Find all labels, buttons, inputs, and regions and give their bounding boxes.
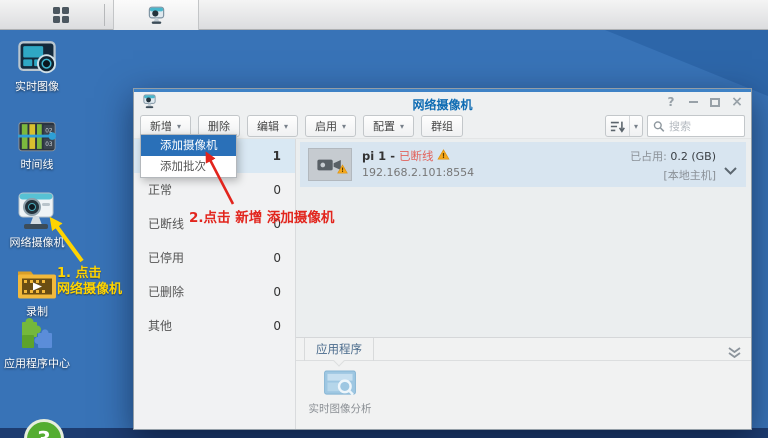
app-live-view-analytics[interactable]: 实时图像分析 xyxy=(302,370,378,416)
annotation-step1-text: 1. 点击 网络摄像机 xyxy=(57,266,122,298)
svg-text:!: ! xyxy=(442,151,445,160)
live-view-icon xyxy=(18,41,56,74)
camera-list-panel: ! pi 1 - 已断线 ! 192.168.2.101:8554 已占用: 0… xyxy=(296,139,751,429)
close-button[interactable]: × xyxy=(729,94,745,110)
sidebar-row-count: 0 xyxy=(273,285,281,299)
search-box[interactable] xyxy=(647,115,745,137)
applications-tabbar: 应用程序 xyxy=(296,338,751,361)
main-menu-icon xyxy=(53,7,69,23)
maximize-icon xyxy=(710,97,720,107)
camera-name-separator: - xyxy=(390,149,395,163)
sort-button[interactable]: ▾ xyxy=(605,115,643,137)
ip-camera-window: 网络摄像机 ? × 新增 ▾ 删除 编辑 ▾ 启用 ▾ 配置 ▾ 群组 ▾ 搜索… xyxy=(133,88,752,430)
applications-panel: 应用程序 实时图像分析 xyxy=(296,337,751,429)
app-label: 实时图像分析 xyxy=(308,403,372,415)
camera-status: 已断线 xyxy=(398,149,434,163)
step3-badge: 3 xyxy=(24,419,64,438)
annotation-step1-line2: 网络摄像机 xyxy=(57,282,123,297)
sidebar-row-label: 已断线 xyxy=(148,217,185,231)
desktop-icon-application-center[interactable]: 应用程序中心 xyxy=(4,313,70,370)
enable-button-label: 启用 xyxy=(315,120,338,133)
dropdown-caret-icon: ▾ xyxy=(177,121,182,131)
desktop-icon-ip-camera[interactable]: 网络摄像机 xyxy=(4,190,70,249)
group-button[interactable]: 群组 xyxy=(421,115,464,137)
sidebar-row-normal[interactable]: 正常 0 xyxy=(134,173,295,207)
camera-list-item[interactable]: ! pi 1 - 已断线 ! 192.168.2.101:8554 已占用: 0… xyxy=(300,142,746,187)
menu-item-add-batch[interactable]: 添加批次 xyxy=(141,156,236,177)
configure-button[interactable]: 配置 ▾ xyxy=(363,115,415,137)
desktop-icon-live-view[interactable]: 实时图像 xyxy=(4,40,70,93)
help-button[interactable]: ? xyxy=(663,94,679,110)
configure-button-label: 配置 xyxy=(373,120,396,133)
edit-button-label: 编辑 xyxy=(257,120,280,133)
add-button-label: 新增 xyxy=(150,120,172,133)
sidebar-row-count: 1 xyxy=(272,149,281,163)
chevron-down-icon[interactable] xyxy=(724,160,737,179)
sidebar-row-count: 0 xyxy=(273,183,281,197)
tab-applications[interactable]: 应用程序 xyxy=(304,338,374,361)
warning-icon: ! xyxy=(337,159,348,178)
search-icon xyxy=(653,120,665,132)
camera-name: pi 1 xyxy=(362,149,387,163)
warning-icon: ! xyxy=(437,149,451,163)
taskbar xyxy=(0,0,768,30)
maximize-button[interactable] xyxy=(707,94,723,110)
group-button-label: 群组 xyxy=(431,120,454,133)
window-title: 网络摄像机 xyxy=(412,98,473,112)
timeline-icon: 02 03 xyxy=(18,121,56,152)
edit-button[interactable]: 编辑 ▾ xyxy=(247,115,299,137)
search-input[interactable] xyxy=(669,119,739,133)
minimize-icon xyxy=(688,101,698,103)
dropdown-caret-icon: ▾ xyxy=(400,121,405,131)
screen: 实时图像 02 03 时间线 网络摄像机 录制 应用程序中心 网络摄像机 ? ×… xyxy=(0,0,768,438)
sidebar-row-disabled[interactable]: 已停用 0 xyxy=(134,241,295,275)
collapse-double-chevron-icon[interactable] xyxy=(728,344,741,363)
sidebar-row-label: 其他 xyxy=(148,319,173,333)
camera-address: 192.168.2.101:8554 xyxy=(362,166,475,179)
live-view-analytics-icon xyxy=(324,370,356,396)
timeline-mark-03: 03 xyxy=(45,142,53,148)
enable-button[interactable]: 启用 ▾ xyxy=(305,115,357,137)
sidebar-row-count: 0 xyxy=(273,251,281,265)
recording-icon xyxy=(18,271,56,299)
sidebar-row-deleted[interactable]: 已删除 0 xyxy=(134,275,295,309)
desktop-icon-label: 时间线 xyxy=(20,158,54,171)
camera-app-icon xyxy=(148,6,164,24)
sort-icon xyxy=(606,116,630,136)
dropdown-caret-icon: ▾ xyxy=(633,121,638,131)
camera-host: [本地主机] xyxy=(663,169,716,182)
dropdown-caret-icon: ▾ xyxy=(284,121,289,131)
taskbar-camera-app-tab[interactable] xyxy=(113,0,199,30)
sidebar-row-label: 已停用 xyxy=(148,251,185,265)
window-titlebar[interactable]: 网络摄像机 ? × xyxy=(134,92,751,113)
status-sidebar: 1 正常 0 已断线 0 已停用 0 已删除 0 其他 0 xyxy=(134,139,296,429)
annotation-step1-line1: 1. 点击 xyxy=(57,266,102,281)
svg-text:!: ! xyxy=(341,167,344,174)
sidebar-row-count: 0 xyxy=(273,319,281,333)
dropdown-caret-icon: ▾ xyxy=(342,121,347,131)
camera-thumbnail: ! xyxy=(308,148,352,181)
menu-item-add-camera[interactable]: 添加摄像机 xyxy=(141,135,236,156)
sidebar-row-others[interactable]: 其他 0 xyxy=(134,309,295,343)
desktop-icon-label: 实时图像 xyxy=(15,80,59,93)
delete-button-label: 删除 xyxy=(208,120,231,133)
sidebar-row-label: 已删除 xyxy=(148,285,185,299)
annotation-step2-text: 2.点击 新增 添加摄像机 xyxy=(189,210,335,226)
minimize-button[interactable] xyxy=(685,94,701,110)
desktop-icon-label: 网络摄像机 xyxy=(9,236,65,249)
taskbar-separator xyxy=(104,4,105,26)
desktop-icon-label: 应用程序中心 xyxy=(4,357,70,370)
add-dropdown-menu: 添加摄像机 添加批次 xyxy=(140,134,237,178)
ip-camera-icon xyxy=(18,192,54,229)
usage-label: 已占用: xyxy=(630,150,667,163)
application-center-icon xyxy=(22,318,52,348)
usage-value: 0.2 (GB) xyxy=(670,150,716,163)
sidebar-row-label: 正常 xyxy=(148,183,173,197)
main-menu-button[interactable] xyxy=(40,3,82,27)
desktop-icon-timeline[interactable]: 02 03 时间线 xyxy=(4,121,70,171)
